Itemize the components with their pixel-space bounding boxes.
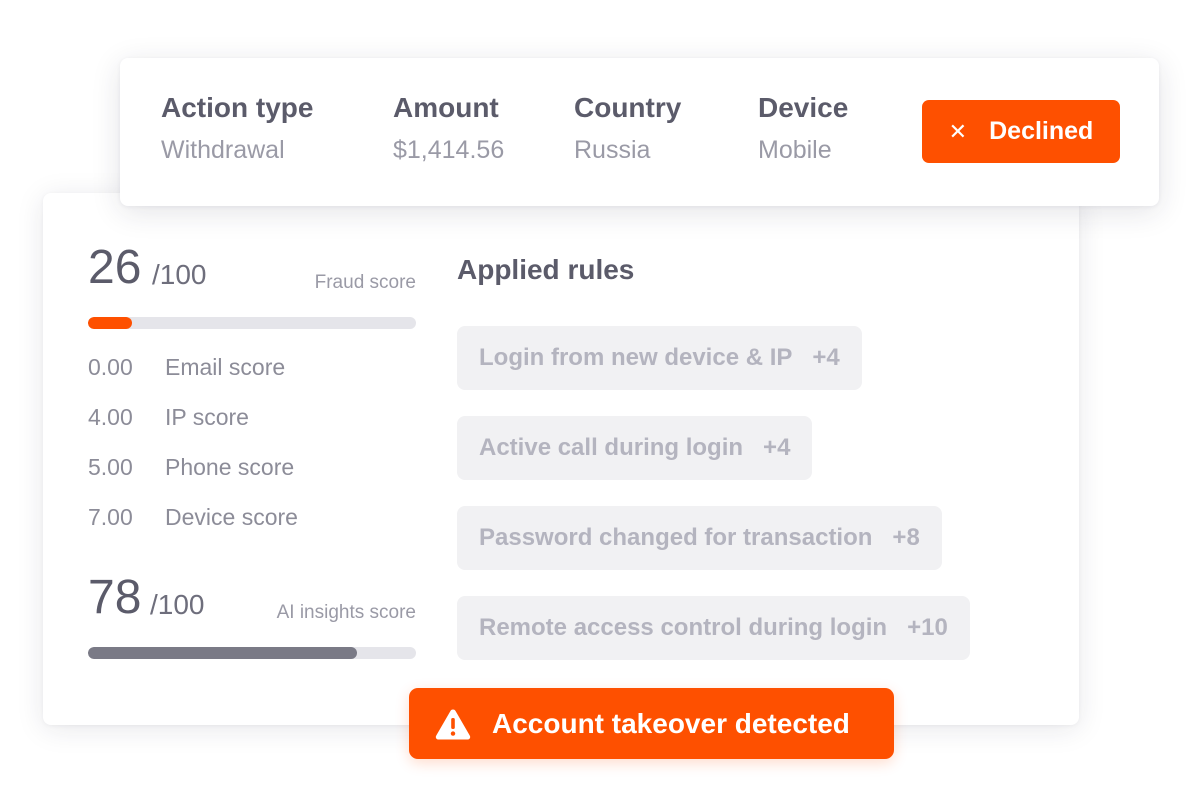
declined-label: Declined xyxy=(989,117,1094,145)
warning-icon xyxy=(435,709,471,739)
rule-points: +10 xyxy=(907,614,948,641)
ai-score-bar-fill xyxy=(88,647,357,659)
device-value: Mobile xyxy=(758,136,832,164)
device-score-value: 7.00 xyxy=(88,504,133,530)
fraud-dashboard: 26 /100 Fraud score 0.00 Email score 4.0… xyxy=(0,0,1200,804)
sub-score-row-phone: 5.00 Phone score xyxy=(88,450,416,500)
email-score-value: 0.00 xyxy=(88,354,133,380)
ai-score-value: 78 xyxy=(88,571,142,624)
ai-score-max: /100 xyxy=(150,589,205,620)
sub-score-row-email: 0.00 Email score xyxy=(88,350,416,400)
rule-points: +4 xyxy=(812,344,840,371)
fraud-score-max: /100 xyxy=(152,259,207,290)
rule-points: +8 xyxy=(892,524,920,551)
applied-rules-title: Applied rules xyxy=(457,254,635,285)
rule-label: Login from new device & IP xyxy=(479,344,793,371)
action-type-label: Action type xyxy=(161,92,314,123)
close-icon: ✕ xyxy=(948,118,968,144)
score-card: 26 /100 Fraud score 0.00 Email score 4.0… xyxy=(43,193,1079,725)
rule-label: Password changed for transaction xyxy=(479,524,873,551)
sub-scores-list: 0.00 Email score 4.00 IP score 5.00 Phon… xyxy=(88,350,416,550)
fraud-score-bar-fill xyxy=(88,317,133,329)
amount-value: $1,414.56 xyxy=(393,136,505,164)
email-score-label: Email score xyxy=(165,354,286,380)
amount-column: Amount $1,414.56 xyxy=(393,91,504,165)
action-type-value: Withdrawal xyxy=(161,136,285,164)
action-type-column: Action type Withdrawal xyxy=(161,91,313,165)
rule-label: Remote access control during login xyxy=(479,614,888,641)
fraud-score-bar xyxy=(88,317,416,329)
fraud-score-block: 26 /100 Fraud score xyxy=(88,241,416,329)
rule-pill[interactable]: Remote access control during login +10 xyxy=(457,596,970,660)
rule-pill[interactable]: Login from new device & IP +4 xyxy=(457,326,862,390)
fraud-score-value: 26 xyxy=(88,241,142,294)
rule-points: +4 xyxy=(763,434,791,461)
country-column: Country Russia xyxy=(574,91,681,165)
device-label: Device xyxy=(758,92,849,123)
fraud-score-label: Fraud score xyxy=(314,272,416,293)
rule-pill[interactable]: Password changed for transaction +8 xyxy=(457,506,942,570)
ai-score-bar xyxy=(88,647,416,659)
phone-score-value: 5.00 xyxy=(88,454,133,480)
sub-score-row-ip: 4.00 IP score xyxy=(88,400,416,450)
sub-score-row-device: 7.00 Device score xyxy=(88,500,416,550)
country-label: Country xyxy=(574,92,682,123)
transaction-card: Action type Withdrawal Amount $1,414.56 … xyxy=(120,58,1159,206)
device-score-label: Device score xyxy=(165,504,298,530)
declined-status-badge[interactable]: ✕ Declined xyxy=(922,100,1120,163)
account-takeover-alert[interactable]: Account takeover detected xyxy=(409,688,894,759)
amount-label: Amount xyxy=(393,92,499,123)
alert-label: Account takeover detected xyxy=(492,707,850,739)
rule-pill[interactable]: Active call during login +4 xyxy=(457,416,813,480)
ai-score-block: 78 /100 AI insights score xyxy=(88,571,416,659)
ip-score-label: IP score xyxy=(165,404,249,430)
device-column: Device Mobile xyxy=(758,91,848,165)
ai-score-label: AI insights score xyxy=(276,602,416,623)
ip-score-value: 4.00 xyxy=(88,404,133,430)
phone-score-label: Phone score xyxy=(165,454,295,480)
rule-label: Active call during login xyxy=(479,434,744,461)
country-value: Russia xyxy=(574,136,651,164)
